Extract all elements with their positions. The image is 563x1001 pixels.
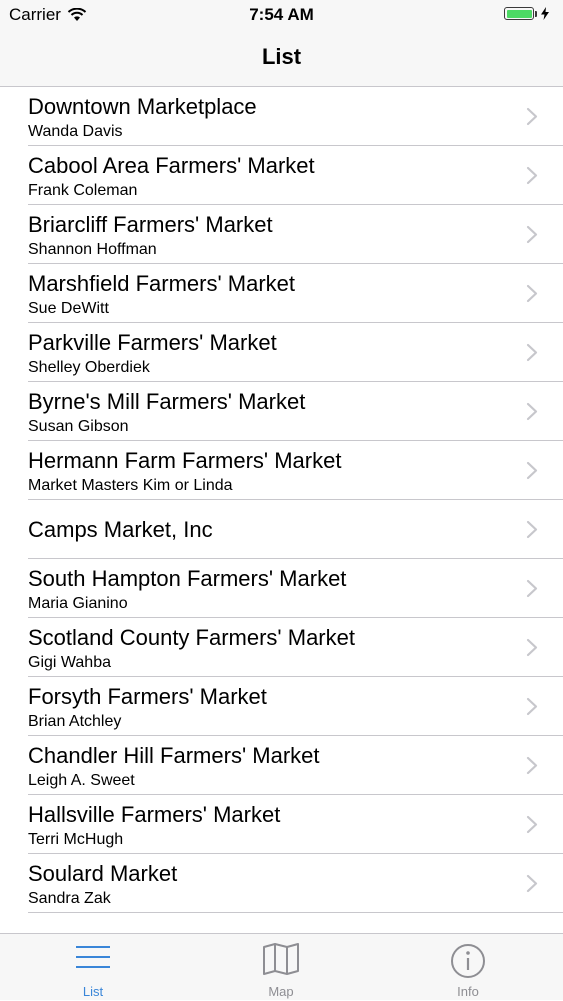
- status-time: 7:54 AM: [249, 5, 314, 24]
- tab-list[interactable]: List: [33, 934, 153, 1001]
- list-item[interactable]: Camps Market, Inc: [28, 500, 563, 559]
- list-item[interactable]: Hallsville Farmers' Market Terri McHugh: [28, 795, 563, 854]
- tab-bar: List Map Info: [0, 933, 563, 1000]
- tab-info-label: Info: [457, 984, 479, 999]
- market-contact: Frank Coleman: [28, 182, 138, 199]
- chevron-right-icon: [526, 579, 538, 598]
- market-name: Chandler Hill Farmers' Market: [28, 743, 320, 768]
- navigation-bar: List: [0, 30, 563, 87]
- market-name: Cabool Area Farmers' Market: [28, 153, 315, 178]
- chevron-right-icon: [526, 697, 538, 716]
- list-item[interactable]: Byrne's Mill Farmers' Market Susan Gibson: [28, 382, 563, 441]
- chevron-right-icon: [526, 756, 538, 775]
- market-contact: Brian Atchley: [28, 713, 122, 730]
- market-contact: Maria Gianino: [28, 595, 128, 612]
- list-icon: [76, 946, 110, 968]
- market-contact: Market Masters Kim or Linda: [28, 477, 233, 494]
- info-icon: [451, 944, 485, 978]
- market-contact: Terri McHugh: [28, 831, 124, 848]
- market-name: Byrne's Mill Farmers' Market: [28, 389, 306, 414]
- market-contact: Leigh A. Sweet: [28, 772, 135, 789]
- page-title: List: [261, 44, 302, 69]
- list-item[interactable]: Briarcliff Farmers' Market Shannon Hoffma…: [28, 205, 563, 264]
- market-contact: Gigi Wahba: [28, 654, 111, 671]
- list-item[interactable]: Cabool Area Farmers' Market Frank Coleman: [28, 146, 563, 205]
- list-item[interactable]: Forsyth Farmers' Market Brian Atchley: [28, 677, 563, 736]
- chevron-right-icon: [526, 638, 538, 657]
- battery-indicator: [504, 7, 549, 20]
- battery-icon: [504, 7, 534, 20]
- market-name: South Hampton Farmers' Market: [28, 566, 347, 591]
- map-icon: [263, 943, 299, 975]
- market-name: Soulard Market: [28, 861, 178, 886]
- market-name: Marshfield Farmers' Market: [28, 271, 296, 296]
- chevron-right-icon: [526, 343, 538, 362]
- market-name: Forsyth Farmers' Market: [28, 684, 267, 709]
- tab-info[interactable]: Info: [408, 934, 528, 1001]
- chevron-right-icon: [526, 815, 538, 834]
- market-contact: Susan Gibson: [28, 418, 129, 435]
- list-item[interactable]: Scotland County Farmers' Market Gigi Wahb…: [28, 618, 563, 677]
- list-item[interactable]: Parkville Farmers' Market Shelley Oberdie…: [28, 323, 563, 382]
- market-name: Camps Market, Inc: [28, 517, 213, 542]
- market-contact: Shannon Hoffman: [28, 241, 157, 258]
- list-item[interactable]: Downtown Marketplace Wanda Davis: [28, 87, 563, 146]
- chevron-right-icon: [526, 107, 538, 126]
- market-name: Scotland County Farmers' Market: [28, 625, 355, 650]
- market-name: Parkville Farmers' Market: [28, 330, 277, 355]
- list-item[interactable]: Hermann Farm Farmers' Market Market Maste…: [28, 441, 563, 500]
- list-item[interactable]: Marshfield Farmers' Market Sue DeWitt: [28, 264, 563, 323]
- market-contact: Wanda Davis: [28, 123, 123, 140]
- market-name: Hallsville Farmers' Market: [28, 802, 281, 827]
- status-bar: Carrier 7:54 AM: [0, 0, 563, 30]
- chevron-right-icon: [526, 461, 538, 480]
- market-name: Hermann Farm Farmers' Market: [28, 448, 342, 473]
- market-name: Briarcliff Farmers' Market: [28, 212, 273, 237]
- chevron-right-icon: [526, 225, 538, 244]
- chevron-right-icon: [526, 284, 538, 303]
- tab-map[interactable]: Map: [221, 934, 341, 1001]
- chevron-right-icon: [526, 402, 538, 421]
- chevron-right-icon: [526, 874, 538, 893]
- list-item[interactable]: Chandler Hill Farmers' Market Leigh A. Sw…: [28, 736, 563, 795]
- list-item[interactable]: Soulard Market Sandra Zak: [28, 854, 563, 913]
- chevron-right-icon: [526, 520, 538, 539]
- list-item[interactable]: South Hampton Farmers' Market Maria Giani…: [28, 559, 563, 618]
- market-name: Downtown Marketplace: [28, 94, 257, 119]
- market-contact: Sue DeWitt: [28, 300, 109, 317]
- chevron-right-icon: [526, 166, 538, 185]
- market-list[interactable]: Downtown Marketplace Wanda Davis Cabool Ar…: [0, 87, 563, 913]
- market-contact: Shelley Oberdiek: [28, 359, 150, 376]
- market-contact: Sandra Zak: [28, 890, 111, 907]
- tab-list-label: List: [82, 984, 104, 999]
- charging-bolt-icon: [541, 7, 549, 20]
- tab-map-label: Map: [268, 984, 294, 999]
